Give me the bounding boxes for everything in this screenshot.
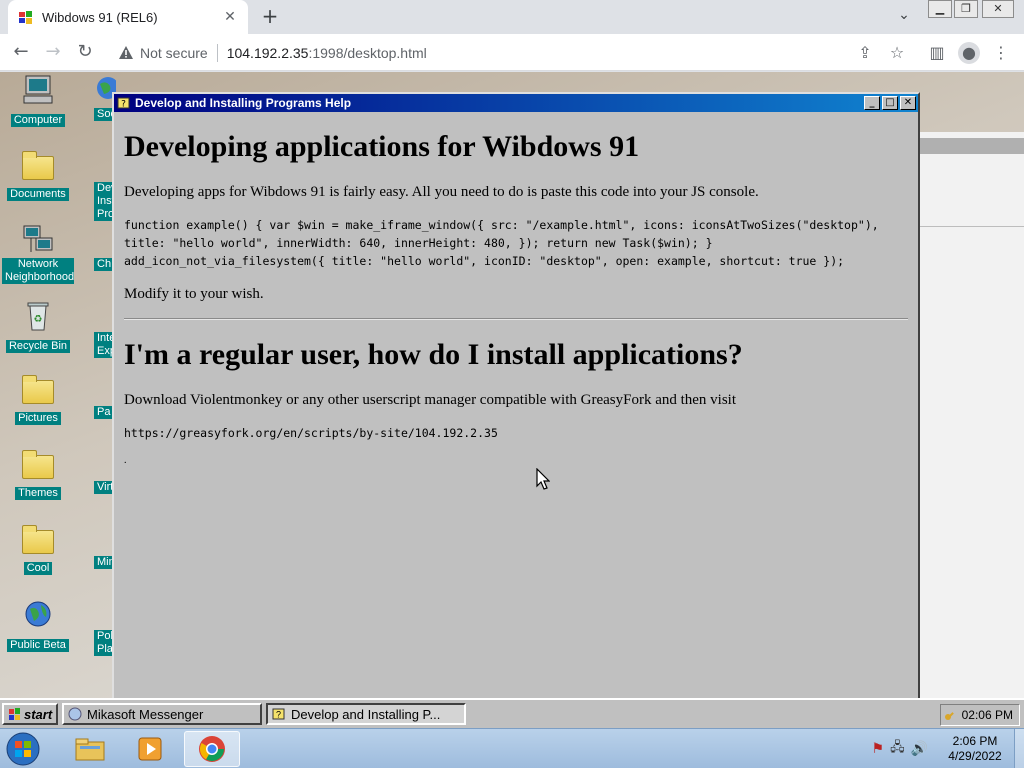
windows-logo-icon [9, 708, 20, 720]
taskbar-media-player[interactable] [122, 731, 178, 767]
folder-icon [22, 375, 54, 404]
back-arrow-icon[interactable]: ← [8, 40, 34, 66]
omnibox-separator [216, 43, 218, 62]
minimize-button[interactable]: _ [864, 96, 880, 110]
not-secure-label[interactable]: Not secure [140, 45, 208, 61]
new-tab-button[interactable]: + [258, 5, 282, 29]
media-player-icon [138, 737, 162, 761]
messenger-icon [68, 707, 82, 721]
browser-tabstrip: Wibdows 91 (REL6) ✕ + ⌄ ▁ ❐ ✕ [0, 0, 1024, 34]
maximize-button[interactable]: □ [882, 96, 898, 110]
profile-avatar-icon[interactable]: ● [958, 42, 980, 64]
chrome-icon [199, 736, 225, 762]
svg-text:?: ? [121, 100, 126, 110]
folder-icon [22, 151, 54, 180]
more-menu-icon[interactable]: ⋮ [990, 42, 1012, 64]
network-icon[interactable]: 🖧 [890, 738, 905, 760]
svg-text:?: ? [276, 710, 281, 720]
desktop-icon-documents[interactable]: Documents [0, 150, 76, 201]
help-window[interactable]: ? Develop and Installing Programs Help _… [112, 92, 920, 702]
start-button[interactable]: start [2, 703, 58, 725]
divider [124, 318, 908, 320]
w7-time: 2:06 PM [952, 734, 998, 748]
tab-search-chevron-icon[interactable]: ⌄ [894, 7, 914, 27]
window-minimize-button[interactable]: ▁ [928, 0, 952, 18]
bookmark-star-icon[interactable]: ☆ [886, 42, 908, 64]
w7-system-tray: ⚑ 🖧 🔊 2:06 PM 4/29/2022 [872, 733, 1011, 765]
desktop-icon-computer[interactable]: Computer [0, 74, 76, 127]
warning-triangle-icon[interactable] [118, 45, 134, 61]
network-computers-icon [21, 224, 55, 256]
desktop-icon-recycle-bin[interactable]: ♻ Recycle Bin [0, 300, 76, 353]
code-snippet[interactable]: function example() { var $win = make_ifr… [124, 216, 908, 270]
recycle-bin-icon: ♻ [21, 300, 55, 332]
mouse-cursor-icon [536, 468, 550, 490]
volume-icon[interactable]: 🔊 [911, 741, 928, 757]
taskbar-item-help[interactable]: ? Develop and Installing P... [266, 703, 466, 725]
heading-install: I'm a regular user, how do I install app… [124, 338, 743, 371]
w91-tray-clock[interactable]: 02:06 PM [940, 704, 1020, 726]
window-close-button[interactable]: ✕ [982, 0, 1014, 18]
window-restore-button[interactable]: ❐ [954, 0, 978, 18]
reload-icon[interactable]: ↻ [72, 40, 98, 66]
tab-title: Wibdows 91 (REL6) [42, 9, 158, 25]
taskbar-item-messenger[interactable]: Mikasoft Messenger [62, 703, 262, 725]
share-icon[interactable]: ⇪ [854, 42, 876, 64]
key-icon [944, 712, 954, 720]
folder-icon [22, 450, 54, 479]
paragraph-intro: Developing apps for Wibdows 91 is fairly… [124, 184, 759, 200]
paragraph-download: Download Violentmonkey or any other user… [124, 392, 737, 408]
forward-arrow-icon[interactable]: → [40, 40, 66, 66]
browser-tab[interactable]: Wibdows 91 (REL6) ✕ [8, 0, 248, 34]
help-content: Developing applications for Wibdows 91 D… [114, 112, 918, 466]
taskbar-explorer[interactable] [62, 731, 118, 767]
help-window-title: Develop and Installing Programs Help [135, 96, 352, 110]
desktop-icon-pictures[interactable]: Pictures [0, 374, 76, 425]
background-window [916, 132, 1024, 698]
close-button[interactable]: ✕ [900, 96, 916, 110]
svg-text:♻: ♻ [34, 314, 43, 325]
w7-date: 4/29/2022 [948, 749, 1002, 763]
browser-toolbar: ← → ↻ Not secure 104.192.2.35:1998/deskt… [0, 34, 1024, 71]
side-panel-icon[interactable]: ▥ [926, 42, 948, 64]
help-book-icon: ? [117, 97, 130, 110]
help-window-titlebar[interactable]: ? Develop and Installing Programs Help _… [114, 94, 918, 112]
webpage-viewport: Computer Documents Network Neighborhood … [0, 72, 1024, 728]
folder-icon [22, 525, 54, 554]
url-host[interactable]: 104.192.2.35 [227, 45, 309, 61]
url-path[interactable]: :1998/desktop.html [308, 45, 426, 61]
file-explorer-icon [75, 738, 105, 761]
w91-taskbar: start Mikasoft Messenger ? Develop and I… [0, 698, 1024, 728]
paragraph-modify: Modify it to your wish. [124, 286, 264, 302]
desktop-icon-network-neighborhood[interactable]: Network Neighborhood [0, 224, 76, 284]
heading-developing: Developing applications for Wibdows 91 [124, 130, 640, 163]
desktop-icon-public-beta[interactable]: Public Beta [0, 599, 76, 652]
w7-clock[interactable]: 2:06 PM 4/29/2022 [940, 734, 1010, 764]
taskbar-chrome[interactable] [184, 731, 240, 767]
action-center-flag-icon[interactable]: ⚑ [872, 741, 885, 757]
w7-taskbar: ⚑ 🖧 🔊 2:06 PM 4/29/2022 [0, 728, 1024, 768]
desktop-icon-cool[interactable]: Cool [0, 524, 76, 575]
help-book-icon: ? [272, 708, 285, 720]
globe-shortcut-icon [21, 599, 55, 631]
computer-icon [21, 74, 55, 106]
show-desktop-button[interactable] [1014, 729, 1024, 768]
trailing-dot: . [124, 455, 127, 466]
address-bar[interactable]: Not secure 104.192.2.35:1998/desktop.htm… [106, 38, 918, 67]
desktop-icon-themes[interactable]: Themes [0, 449, 76, 500]
windows91-favicon-icon [19, 11, 32, 24]
windows7-start-orb-icon[interactable] [4, 731, 42, 767]
tab-close-icon[interactable]: ✕ [222, 9, 238, 25]
greasyfork-link[interactable]: https://greasyfork.org/en/scripts/by-sit… [124, 424, 908, 442]
